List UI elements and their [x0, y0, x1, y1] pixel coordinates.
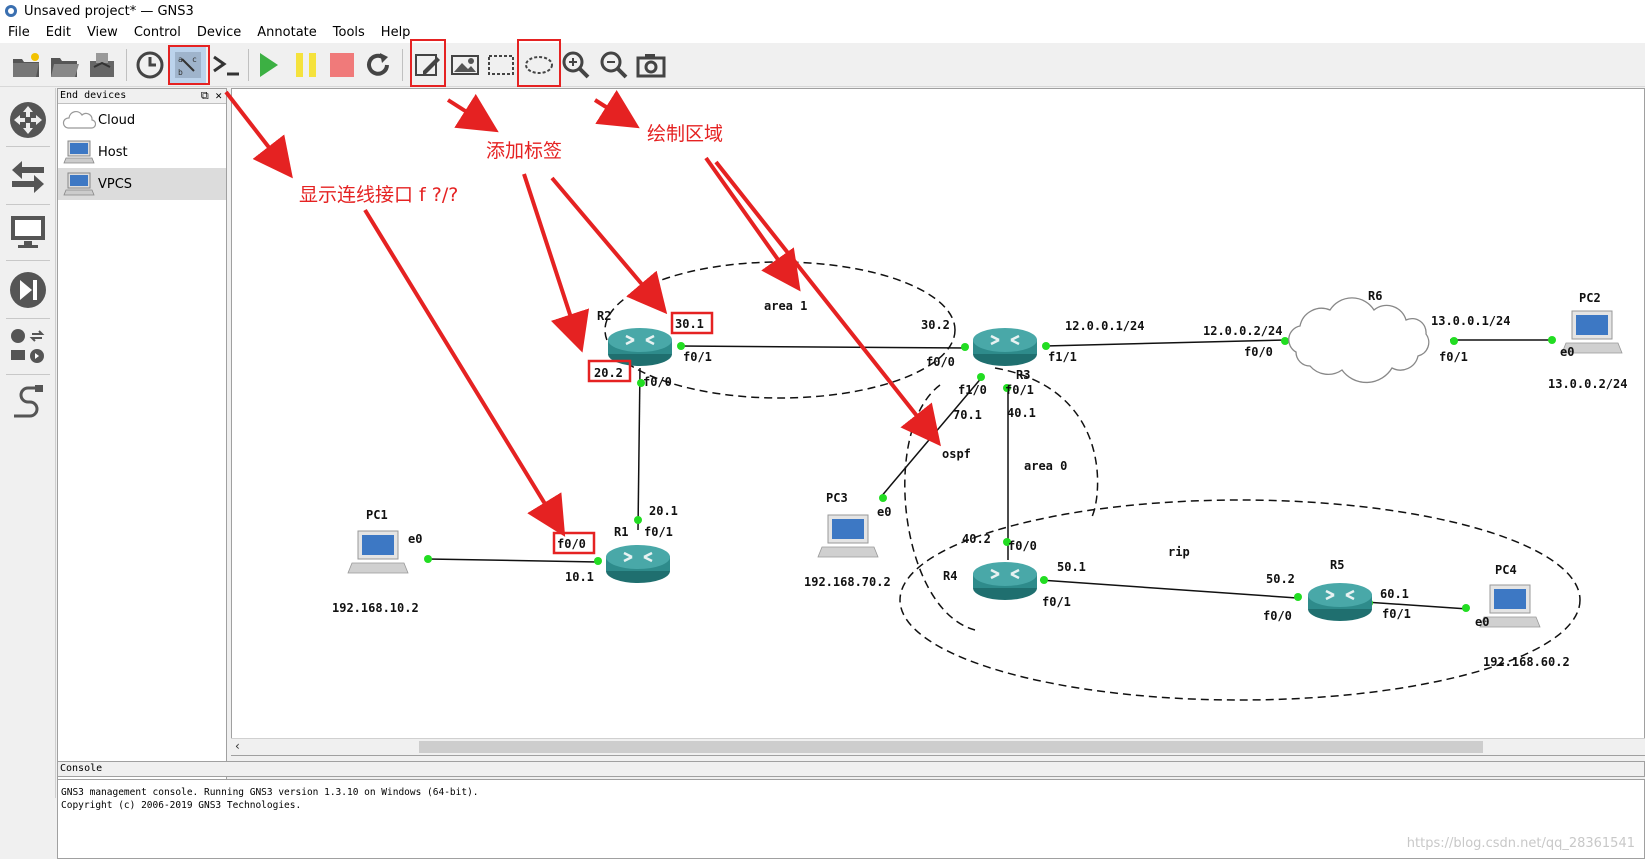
play-icon — [260, 53, 278, 77]
menu-tools[interactable]: Tools — [325, 25, 373, 40]
save-project-button[interactable] — [84, 47, 120, 83]
add-link-button[interactable] — [6, 380, 50, 424]
menu-annotate[interactable]: Annotate — [249, 25, 324, 40]
console-line: Copyright (c) 2006-2019 GNS3 Technologie… — [61, 800, 302, 811]
console-title: Console — [60, 763, 103, 774]
panel-title: End devices — [60, 90, 127, 101]
topology-canvas[interactable] — [231, 88, 1645, 756]
stop-all-button[interactable] — [324, 47, 360, 83]
browse-routers-button[interactable] — [6, 98, 50, 142]
toolbar-separator — [248, 49, 249, 81]
menu-control[interactable]: Control — [126, 25, 189, 40]
menu-bar: File Edit View Control Device Annotate T… — [0, 22, 1645, 43]
browse-end-devices-button[interactable] — [6, 210, 50, 254]
save-icon — [90, 53, 114, 77]
menu-edit[interactable]: Edit — [38, 25, 79, 40]
sidebar-separator — [6, 318, 50, 319]
device-label: Host — [98, 144, 128, 160]
console-all-button[interactable] — [208, 47, 244, 83]
router-icon — [10, 102, 46, 138]
browse-security-devices-button[interactable] — [6, 268, 50, 312]
cloud-icon — [62, 110, 96, 129]
device-label: Cloud — [98, 112, 136, 128]
stop-icon — [330, 53, 354, 77]
terminal-icon — [213, 55, 239, 76]
reload-icon — [367, 53, 389, 76]
new-project-button[interactable] — [8, 47, 44, 83]
sidebar-separator — [6, 374, 50, 375]
switch-arrows-icon — [12, 161, 44, 193]
console-line: GNS3 management console. Running GNS3 ve… — [61, 787, 479, 798]
zoom-out-icon — [600, 51, 628, 79]
device-item-host[interactable]: Host — [58, 136, 226, 168]
device-label: VPCS — [98, 176, 133, 192]
open-folder-icon — [51, 58, 79, 77]
undock-icon[interactable]: ⧉ — [201, 89, 209, 102]
browse-switches-button[interactable] — [6, 154, 50, 198]
all-devices-icon — [11, 329, 45, 363]
rectangle-icon — [488, 55, 514, 75]
zoom-out-button[interactable] — [596, 47, 632, 83]
new-folder-icon — [13, 53, 39, 77]
window-title: Unsaved project* — GNS3 — [24, 3, 194, 19]
start-all-button[interactable] — [250, 47, 286, 83]
highlight-add-note — [410, 39, 446, 87]
title-bar: Unsaved project* — GNS3 — [0, 0, 1645, 22]
scrollbar-thumb[interactable] — [419, 741, 1483, 753]
image-icon — [451, 55, 479, 75]
device-type-sidebar — [0, 88, 56, 798]
sidebar-separator — [6, 146, 50, 147]
scroll-left-icon[interactable]: ‹ — [235, 739, 240, 753]
skip-forward-icon — [10, 272, 46, 308]
console-header: Console — [57, 761, 1645, 777]
highlight-draw-ellipse — [517, 39, 561, 87]
browse-all-devices-button[interactable] — [6, 324, 50, 368]
zoom-in-button[interactable] — [558, 47, 594, 83]
snapshot-button[interactable] — [132, 47, 168, 83]
close-icon[interactable]: ✕ — [215, 89, 222, 102]
device-item-cloud[interactable]: Cloud — [58, 104, 226, 136]
clock-icon — [136, 51, 164, 79]
menu-help[interactable]: Help — [373, 25, 419, 40]
monitor-icon — [11, 216, 45, 248]
toolbar: acb — [0, 39, 1645, 87]
sidebar-separator — [6, 260, 50, 261]
toolbar-separator — [126, 49, 127, 81]
open-project-button[interactable] — [46, 47, 82, 83]
toolbar-separator — [402, 49, 403, 81]
sidebar-separator — [6, 204, 50, 205]
menu-device[interactable]: Device — [189, 25, 249, 40]
watermark: https://blog.csdn.net/qq_28361541 — [1406, 836, 1635, 851]
reload-all-button[interactable] — [360, 47, 396, 83]
end-devices-panel: End devices ⧉ ✕ Cloud Host VPCS — [57, 88, 227, 798]
insert-image-button[interactable] — [447, 47, 483, 83]
cable-icon — [14, 385, 43, 418]
pause-icon — [296, 53, 316, 77]
device-item-vpcs[interactable]: VPCS — [58, 168, 226, 200]
highlight-interface-labels — [168, 45, 210, 85]
gns3-app-icon — [5, 5, 17, 17]
menu-view[interactable]: View — [79, 25, 126, 40]
panel-header: End devices ⧉ ✕ — [58, 89, 226, 104]
camera-icon — [636, 54, 666, 78]
suspend-all-button[interactable] — [288, 47, 324, 83]
draw-rectangle-button[interactable] — [483, 47, 519, 83]
zoom-in-icon — [562, 51, 590, 79]
host-icon — [63, 140, 95, 164]
vpcs-icon — [63, 172, 95, 196]
screenshot-button[interactable] — [633, 47, 669, 83]
horizontal-scrollbar[interactable]: ‹ — [231, 738, 1645, 755]
menu-file[interactable]: File — [0, 25, 38, 40]
